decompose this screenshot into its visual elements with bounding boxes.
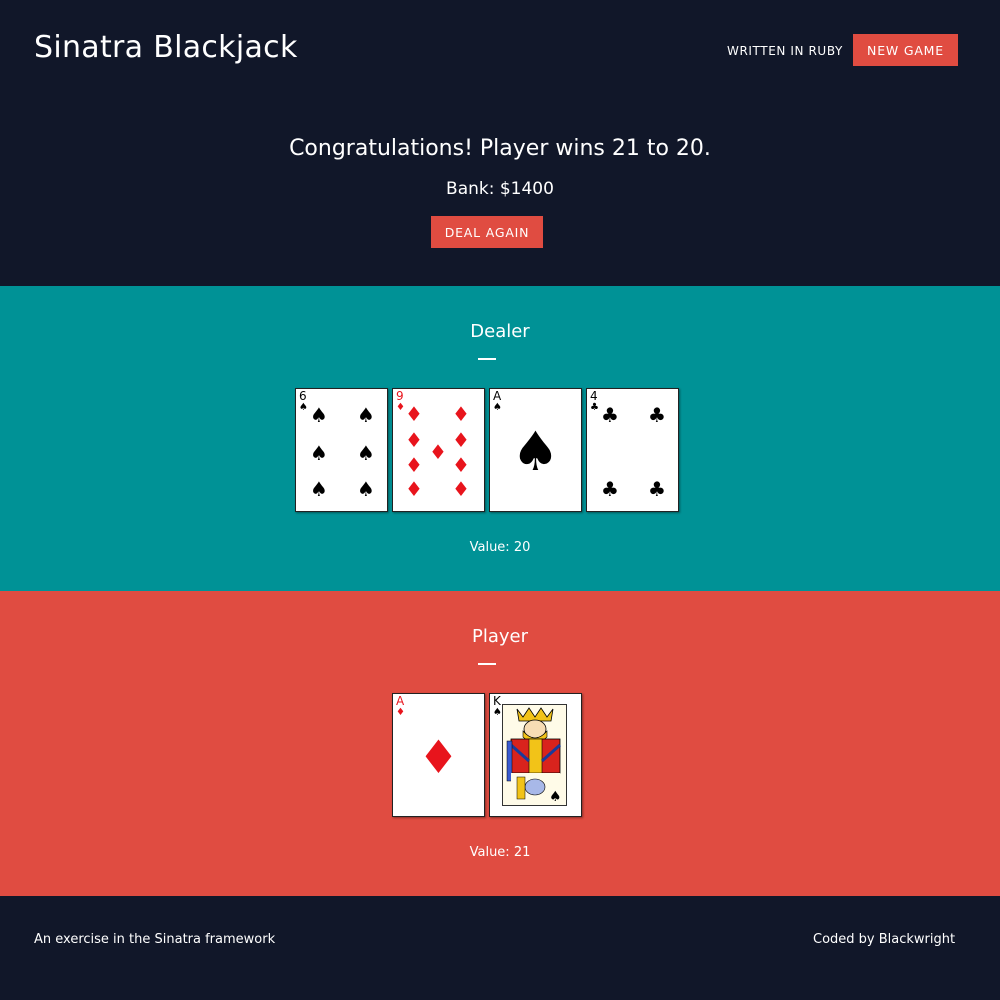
bank-balance: Bank: $1400 [446,179,554,199]
club-icon: ♣ [648,477,666,501]
top-navbar: Sinatra Blackjack WRITTEN IN RUBY NEW GA… [0,0,1000,100]
svg-text:♠: ♠ [549,789,562,805]
diamond-icon: ♦ [429,440,447,464]
spade-icon: ♠ [299,402,308,413]
diamond-icon: ♦ [452,453,470,477]
player-card-1: A ♦ ♦ [392,693,485,817]
dealer-card-3: A ♠ ♠ [489,388,582,512]
dealer-card-2: 9 ♦ ♦ ♦ ♦ ♦ ♦ ♦ ♦ ♦ ♦ [392,388,485,512]
spade-icon: ♠ [511,420,560,484]
diamond-icon: ♦ [405,428,423,452]
player-section: Player A ♦ ♦ K ♠ ♠ Value: 21 [0,591,1000,896]
result-panel: Congratulations! Player wins 21 to 20. B… [0,100,1000,286]
diamond-icon: ♦ [405,402,423,426]
dealer-title: Dealer [470,321,530,342]
club-icon: ♣ [601,477,619,501]
diamond-icon: ♦ [452,428,470,452]
diamond-icon: ♦ [396,707,405,718]
diamond-icon: ♦ [417,730,460,785]
player-title: Player [471,626,528,647]
spade-icon: ♠ [357,403,375,427]
player-hand: A ♦ ♦ K ♠ ♠ [0,693,1000,817]
spade-icon: ♠ [357,477,375,501]
diamond-icon: ♦ [452,477,470,501]
spade-icon: ♠ [357,441,375,465]
footer-credit[interactable]: Coded by Blackwright [813,932,955,947]
dealer-card-4: 4 ♣ ♣ ♣ ♣ ♣ [586,388,679,512]
spade-icon: ♠ [310,403,328,427]
written-in-ruby-link[interactable]: WRITTEN IN RUBY [727,44,843,58]
king-portrait-icon: ♠ [503,705,566,805]
dealer-divider [478,358,496,360]
spade-icon: ♠ [310,441,328,465]
footer: An exercise in the Sinatra framework Cod… [0,896,1000,1000]
player-hand-value: Value: 21 [469,845,531,860]
dealer-section: Dealer 6 ♠ ♠ ♠ ♠ ♠ ♠ ♠ 9 ♦ ♦ ♦ ♦ ♦ ♦ ♦ ♦… [0,286,1000,591]
new-game-button[interactable]: NEW GAME [853,34,958,66]
footer-description: An exercise in the Sinatra framework [34,932,276,947]
spade-icon: ♠ [493,707,502,718]
brand-title[interactable]: Sinatra Blackjack [34,30,298,65]
club-icon: ♣ [601,403,619,427]
spade-icon: ♠ [493,402,502,413]
diamond-icon: ♦ [452,402,470,426]
club-icon: ♣ [590,402,599,413]
dealer-hand: 6 ♠ ♠ ♠ ♠ ♠ ♠ ♠ 9 ♦ ♦ ♦ ♦ ♦ ♦ ♦ ♦ ♦ ♦ A … [0,388,1000,512]
diamond-icon: ♦ [405,477,423,501]
club-icon: ♣ [648,403,666,427]
player-divider [478,663,496,665]
dealer-hand-value: Value: 20 [469,540,531,555]
diamond-icon: ♦ [396,402,405,413]
spade-icon: ♠ [310,477,328,501]
deal-again-button[interactable]: DEAL AGAIN [431,216,543,248]
diamond-icon: ♦ [405,453,423,477]
dealer-card-1: 6 ♠ ♠ ♠ ♠ ♠ ♠ ♠ [295,388,388,512]
result-message: Congratulations! Player wins 21 to 20. [289,136,711,161]
king-face-illustration: ♠ [502,704,567,806]
player-card-2: K ♠ ♠ [489,693,582,817]
